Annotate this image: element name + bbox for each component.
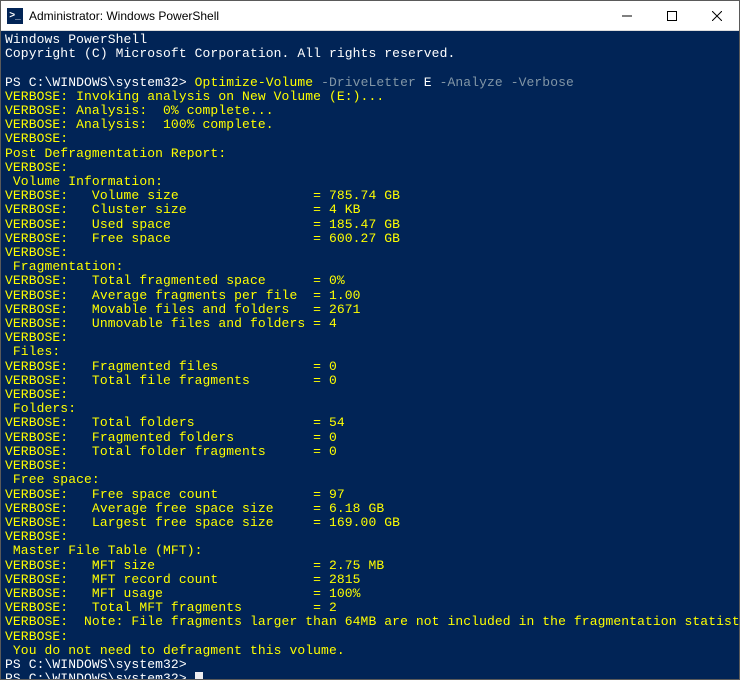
verbose-line: VERBOSE: Largest free space size = 169.0…: [5, 516, 735, 530]
cursor: [195, 672, 203, 679]
prompt-line-3: PS C:\WINDOWS\system32>: [5, 672, 735, 679]
param-driveletter: -DriveLetter: [321, 75, 424, 90]
verbose-line: VERBOSE: Free space = 600.27 GB: [5, 232, 735, 246]
param-rest: -Analyze -Verbose: [440, 75, 574, 90]
window-controls: [604, 1, 739, 30]
verbose-line: Volume Information:: [5, 175, 735, 189]
close-button[interactable]: [694, 1, 739, 30]
prompt-text: PS C:\WINDOWS\system32>: [5, 671, 195, 679]
verbose-line: VERBOSE: Analysis: 100% complete.: [5, 118, 735, 132]
verbose-line: VERBOSE: MFT record count = 2815: [5, 573, 735, 587]
powershell-icon: >_: [7, 8, 23, 24]
verbose-line: Folders:: [5, 402, 735, 416]
verbose-line: VERBOSE: Average fragments per file = 1.…: [5, 289, 735, 303]
arg-driveletter: E: [424, 75, 440, 90]
verbose-line: VERBOSE: Average free space size = 6.18 …: [5, 502, 735, 516]
verbose-line: VERBOSE: Total folder fragments = 0: [5, 445, 735, 459]
header-line: Windows PowerShell: [5, 33, 735, 47]
verbose-line: Files:: [5, 345, 735, 359]
verbose-line: VERBOSE: Used space = 185.47 GB: [5, 218, 735, 232]
verbose-line: VERBOSE:: [5, 530, 735, 544]
titlebar[interactable]: >_ Administrator: Windows PowerShell: [1, 1, 739, 31]
verbose-line: VERBOSE: Unmovable files and folders = 4: [5, 317, 735, 331]
verbose-line: VERBOSE: Volume size = 785.74 GB: [5, 189, 735, 203]
maximize-button[interactable]: [649, 1, 694, 30]
verbose-line: VERBOSE: Free space count = 97: [5, 488, 735, 502]
verbose-line: VERBOSE: MFT size = 2.75 MB: [5, 559, 735, 573]
verbose-line: VERBOSE: Total file fragments = 0: [5, 374, 735, 388]
blank-line: [5, 61, 735, 75]
window-title: Administrator: Windows PowerShell: [29, 9, 604, 23]
verbose-line: VERBOSE:: [5, 630, 735, 644]
verbose-line: VERBOSE: Fragmented files = 0: [5, 360, 735, 374]
verbose-line: VERBOSE: Analysis: 0% complete...: [5, 104, 735, 118]
verbose-line: VERBOSE:: [5, 459, 735, 473]
verbose-line: VERBOSE:: [5, 246, 735, 260]
verbose-line: VERBOSE: Total folders = 54: [5, 416, 735, 430]
minimize-icon: [622, 11, 632, 21]
verbose-line: VERBOSE: Note: File fragments larger tha…: [5, 615, 735, 629]
cmdlet-name: Optimize-Volume: [195, 75, 321, 90]
minimize-button[interactable]: [604, 1, 649, 30]
prompt-path: PS C:\WINDOWS\system32>: [5, 75, 195, 90]
verbose-line: VERBOSE:: [5, 388, 735, 402]
verbose-line: Master File Table (MFT):: [5, 544, 735, 558]
command-line: PS C:\WINDOWS\system32> Optimize-Volume …: [5, 76, 735, 90]
verbose-line: You do not need to defragment this volum…: [5, 644, 735, 658]
verbose-line: VERBOSE: Fragmented folders = 0: [5, 431, 735, 445]
output-block: VERBOSE: Invoking analysis on New Volume…: [5, 90, 735, 658]
powershell-window: >_ Administrator: Windows PowerShell Win…: [0, 0, 740, 680]
prompt-line-2: PS C:\WINDOWS\system32>: [5, 658, 735, 672]
verbose-line: VERBOSE: Movable files and folders = 267…: [5, 303, 735, 317]
verbose-line: Fragmentation:: [5, 260, 735, 274]
maximize-icon: [667, 11, 677, 21]
verbose-line: VERBOSE: Invoking analysis on New Volume…: [5, 90, 735, 104]
verbose-line: Post Defragmentation Report:: [5, 147, 735, 161]
verbose-line: VERBOSE:: [5, 161, 735, 175]
verbose-line: VERBOSE: Cluster size = 4 KB: [5, 203, 735, 217]
close-icon: [712, 11, 722, 21]
verbose-line: VERBOSE: MFT usage = 100%: [5, 587, 735, 601]
verbose-line: VERBOSE: Total MFT fragments = 2: [5, 601, 735, 615]
verbose-line: VERBOSE:: [5, 331, 735, 345]
copyright-line: Copyright (C) Microsoft Corporation. All…: [5, 47, 735, 61]
verbose-line: Free space:: [5, 473, 735, 487]
verbose-line: VERBOSE: Total fragmented space = 0%: [5, 274, 735, 288]
verbose-line: VERBOSE:: [5, 132, 735, 146]
console-area[interactable]: Windows PowerShellCopyright (C) Microsof…: [1, 31, 739, 679]
